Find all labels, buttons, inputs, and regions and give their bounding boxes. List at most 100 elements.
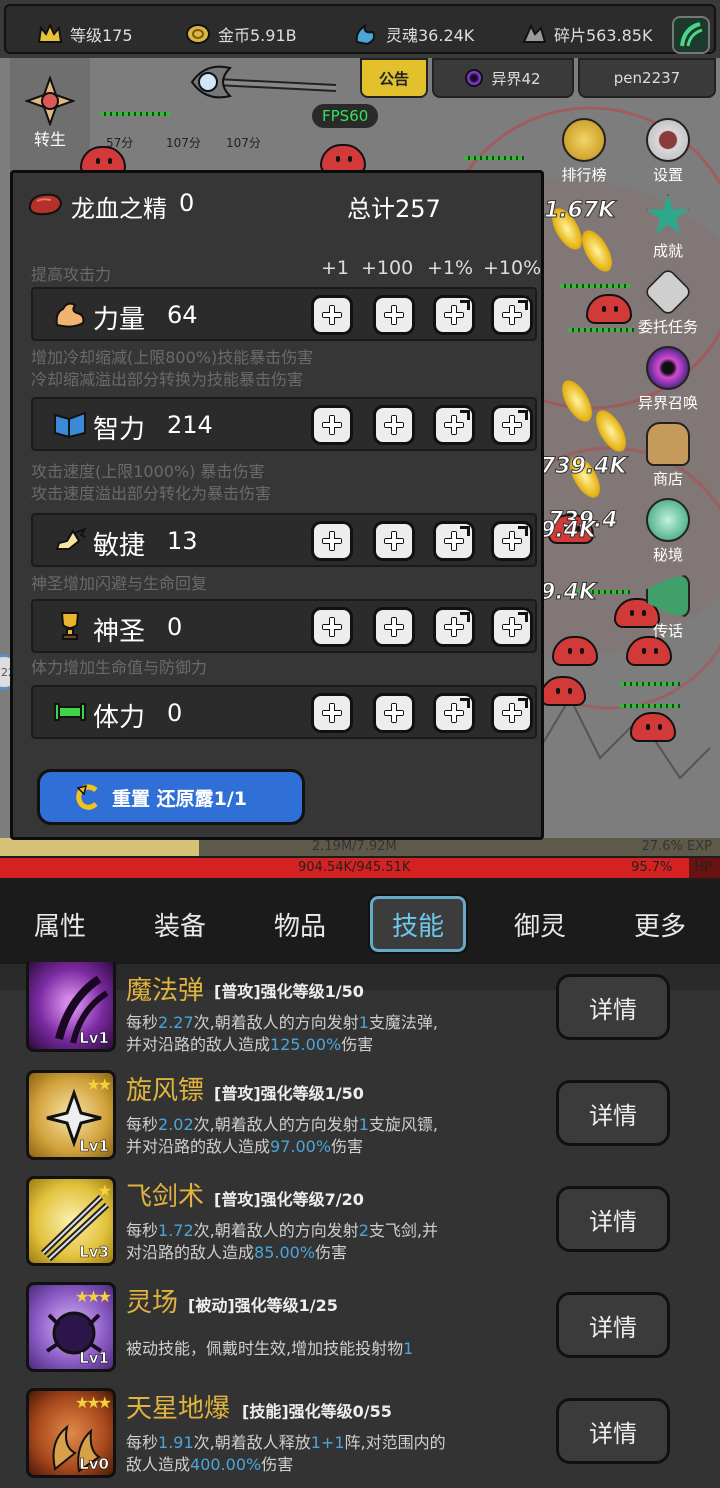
- skill-detail-button[interactable]: 详情: [556, 1398, 670, 1464]
- whirlwind-dart-skill-icon: ★★ Lv1: [26, 1070, 116, 1160]
- attribute-value: 0: [167, 613, 183, 641]
- desc-text: 并对沿路的敌人造成: [126, 1035, 271, 1054]
- add-100-button[interactable]: [373, 295, 415, 335]
- book-icon: [54, 411, 86, 439]
- add-1-percent-button[interactable]: [433, 295, 475, 335]
- desc-highlight: 1: [358, 1013, 369, 1032]
- flying-sword-skill-icon: ★ Lv3: [26, 1176, 116, 1266]
- shard-resource: 碎片563.85K: [520, 20, 652, 48]
- enemy-hp-bar: [568, 328, 634, 332]
- skill-name: 魔法弹: [126, 976, 205, 1006]
- add-1-button[interactable]: [311, 607, 353, 647]
- side-menu-shop[interactable]: 商店: [636, 422, 700, 489]
- rebirth-compass-icon: [25, 76, 75, 126]
- damage-number: 1.67K: [543, 198, 616, 224]
- notice-tab[interactable]: 公告: [360, 58, 428, 98]
- skill-description: 每秒1.72次,朝着敌人的方向发射2支飞剑,并 对沿路的敌人造成85.00%伤害: [126, 1220, 486, 1264]
- skill-tag: [普攻]强化等级1/50: [214, 1084, 364, 1103]
- desc-text: 次,朝着敌人的方向发射: [193, 1221, 359, 1240]
- add-10-percent-button[interactable]: [491, 521, 533, 561]
- username-tab[interactable]: pen2237: [578, 58, 716, 98]
- desc-highlight: 1: [403, 1339, 414, 1358]
- skill-tag: [技能]强化等级0/55: [242, 1402, 392, 1421]
- side-menu-label: 成就: [652, 242, 683, 260]
- desc-text: 被动技能，佩戴时生效,增加技能投射物: [126, 1339, 404, 1358]
- skill-detail-button[interactable]: 详情: [556, 974, 670, 1040]
- swipe-menu-button[interactable]: [672, 16, 710, 54]
- description-line: 攻击速度溢出部分转化为暴击伤害: [31, 484, 272, 503]
- tab-more[interactable]: 更多: [610, 896, 710, 952]
- skill-card-spirit-field: ★★★ Lv1 灵场 [被动]强化等级1/25 被动技能，佩戴时生效,增加技能投…: [0, 1282, 720, 1380]
- otherworld-tab[interactable]: 异界42: [432, 58, 574, 98]
- top-tab-group: 公告 异界42 pen2237: [360, 58, 716, 98]
- add-1-percent-button[interactable]: [433, 521, 475, 561]
- gold-resource: 金币5.91B: [184, 20, 297, 48]
- add-100-button[interactable]: [373, 521, 415, 561]
- side-menu-broadcast[interactable]: 传话: [636, 574, 700, 641]
- desc-text: 对沿路的敌人造成: [126, 1243, 255, 1262]
- skill-card-whirlwind-dart: ★★ Lv1 旋风镖 [普攻]强化等级1/50 每秒2.02次,朝着敌人的方向发…: [0, 1070, 720, 1168]
- tab-items[interactable]: 物品: [250, 896, 350, 952]
- add-1-button[interactable]: [311, 405, 353, 445]
- attribute-row-stamina: 体力 0: [31, 685, 537, 739]
- side-menu-achievement[interactable]: 成就: [636, 194, 700, 261]
- score-chip: 57分: [106, 136, 134, 150]
- add-100-button[interactable]: [373, 693, 415, 733]
- add-100-button[interactable]: [373, 405, 415, 445]
- exp-bar-fill: [0, 838, 199, 856]
- refresh-arrow-icon: [76, 784, 98, 810]
- quest-scroll-icon: [643, 267, 693, 317]
- side-menu-ranking[interactable]: 排行榜: [552, 118, 616, 185]
- attribute-allocation-panel: 龙血之精 0 总计257 提高攻击力 +1 +100 +1% +10% 力量 6…: [10, 170, 544, 840]
- increment-header: 提高攻击力 +1 +100 +1% +10%: [31, 257, 542, 284]
- reset-attributes-button[interactable]: 重置 还原露1/1: [37, 769, 305, 825]
- rebirth-button[interactable]: 转生: [20, 76, 80, 150]
- skill-detail-button[interactable]: 详情: [556, 1080, 670, 1146]
- skill-stars: ★★★: [74, 1393, 112, 1412]
- skill-detail-button[interactable]: 详情: [556, 1186, 670, 1252]
- attribute-name: 敏捷: [93, 531, 146, 561]
- resource-bar: 等级175 金币5.91B 灵魂36.24K 碎片563.85K: [0, 0, 720, 58]
- skill-description: 每秒1.91次,朝着敌人释放1+1阵,对范围内的 敌人造成400.00%伤害: [126, 1432, 506, 1476]
- add-1-percent-button[interactable]: [433, 405, 475, 445]
- tab-equipment[interactable]: 装备: [130, 896, 230, 952]
- damage-number: 739.4K: [540, 454, 628, 480]
- add-100-button[interactable]: [373, 607, 415, 647]
- add-1-percent-button[interactable]: [433, 693, 475, 733]
- tab-skills[interactable]: 技能: [368, 894, 468, 954]
- add-10-percent-button[interactable]: [491, 693, 533, 733]
- skill-level: Lv3: [79, 1243, 109, 1262]
- desc-text: 次,朝着敌人的方向发射: [193, 1115, 359, 1134]
- tab-attributes[interactable]: 属性: [10, 896, 110, 952]
- skill-stars: ★: [97, 1181, 112, 1200]
- add-1-button[interactable]: [311, 693, 353, 733]
- add-10-percent-button[interactable]: [491, 607, 533, 647]
- holy-description: 神圣增加闪避与生命回复: [31, 573, 207, 595]
- attribute-name: 体力: [93, 703, 146, 733]
- spirit-field-skill-icon: ★★★ Lv1: [26, 1282, 116, 1372]
- skill-stars: ★★: [86, 1075, 112, 1094]
- add-1-button[interactable]: [311, 521, 353, 561]
- desc-text: 每秒: [126, 1013, 159, 1032]
- side-menu-settings[interactable]: 设置: [636, 118, 700, 185]
- side-menu-label: 秘境: [652, 546, 683, 564]
- add-10-percent-button[interactable]: [491, 405, 533, 445]
- increment-label: +1: [321, 257, 350, 279]
- side-menu-quest[interactable]: 委托任务: [628, 267, 708, 337]
- side-menu-secret-realm[interactable]: 秘境: [636, 498, 700, 565]
- description-line: 体力增加生命值与防御力: [31, 658, 208, 677]
- exp-value: 2.19M/7.92M: [312, 839, 397, 854]
- side-menu-summon[interactable]: 异界召唤: [628, 346, 708, 413]
- skill-level: Lv1: [79, 1137, 109, 1156]
- skill-detail-button[interactable]: 详情: [556, 1292, 670, 1358]
- skill-level: Lv1: [79, 1349, 109, 1368]
- side-menu-label: 排行榜: [561, 166, 607, 184]
- tab-spirits[interactable]: 御灵: [490, 896, 590, 952]
- add-1-button[interactable]: [311, 295, 353, 335]
- skill-description: 每秒2.27次,朝着敌人的方向发射1支魔法弹, 并对沿路的敌人造成125.00%伤…: [126, 1012, 486, 1056]
- portal-icon: [465, 69, 484, 87]
- add-10-percent-button[interactable]: [491, 295, 533, 335]
- soul-flame-icon: [352, 21, 380, 47]
- add-1-percent-button[interactable]: [433, 607, 475, 647]
- increment-label: +10%: [483, 257, 542, 279]
